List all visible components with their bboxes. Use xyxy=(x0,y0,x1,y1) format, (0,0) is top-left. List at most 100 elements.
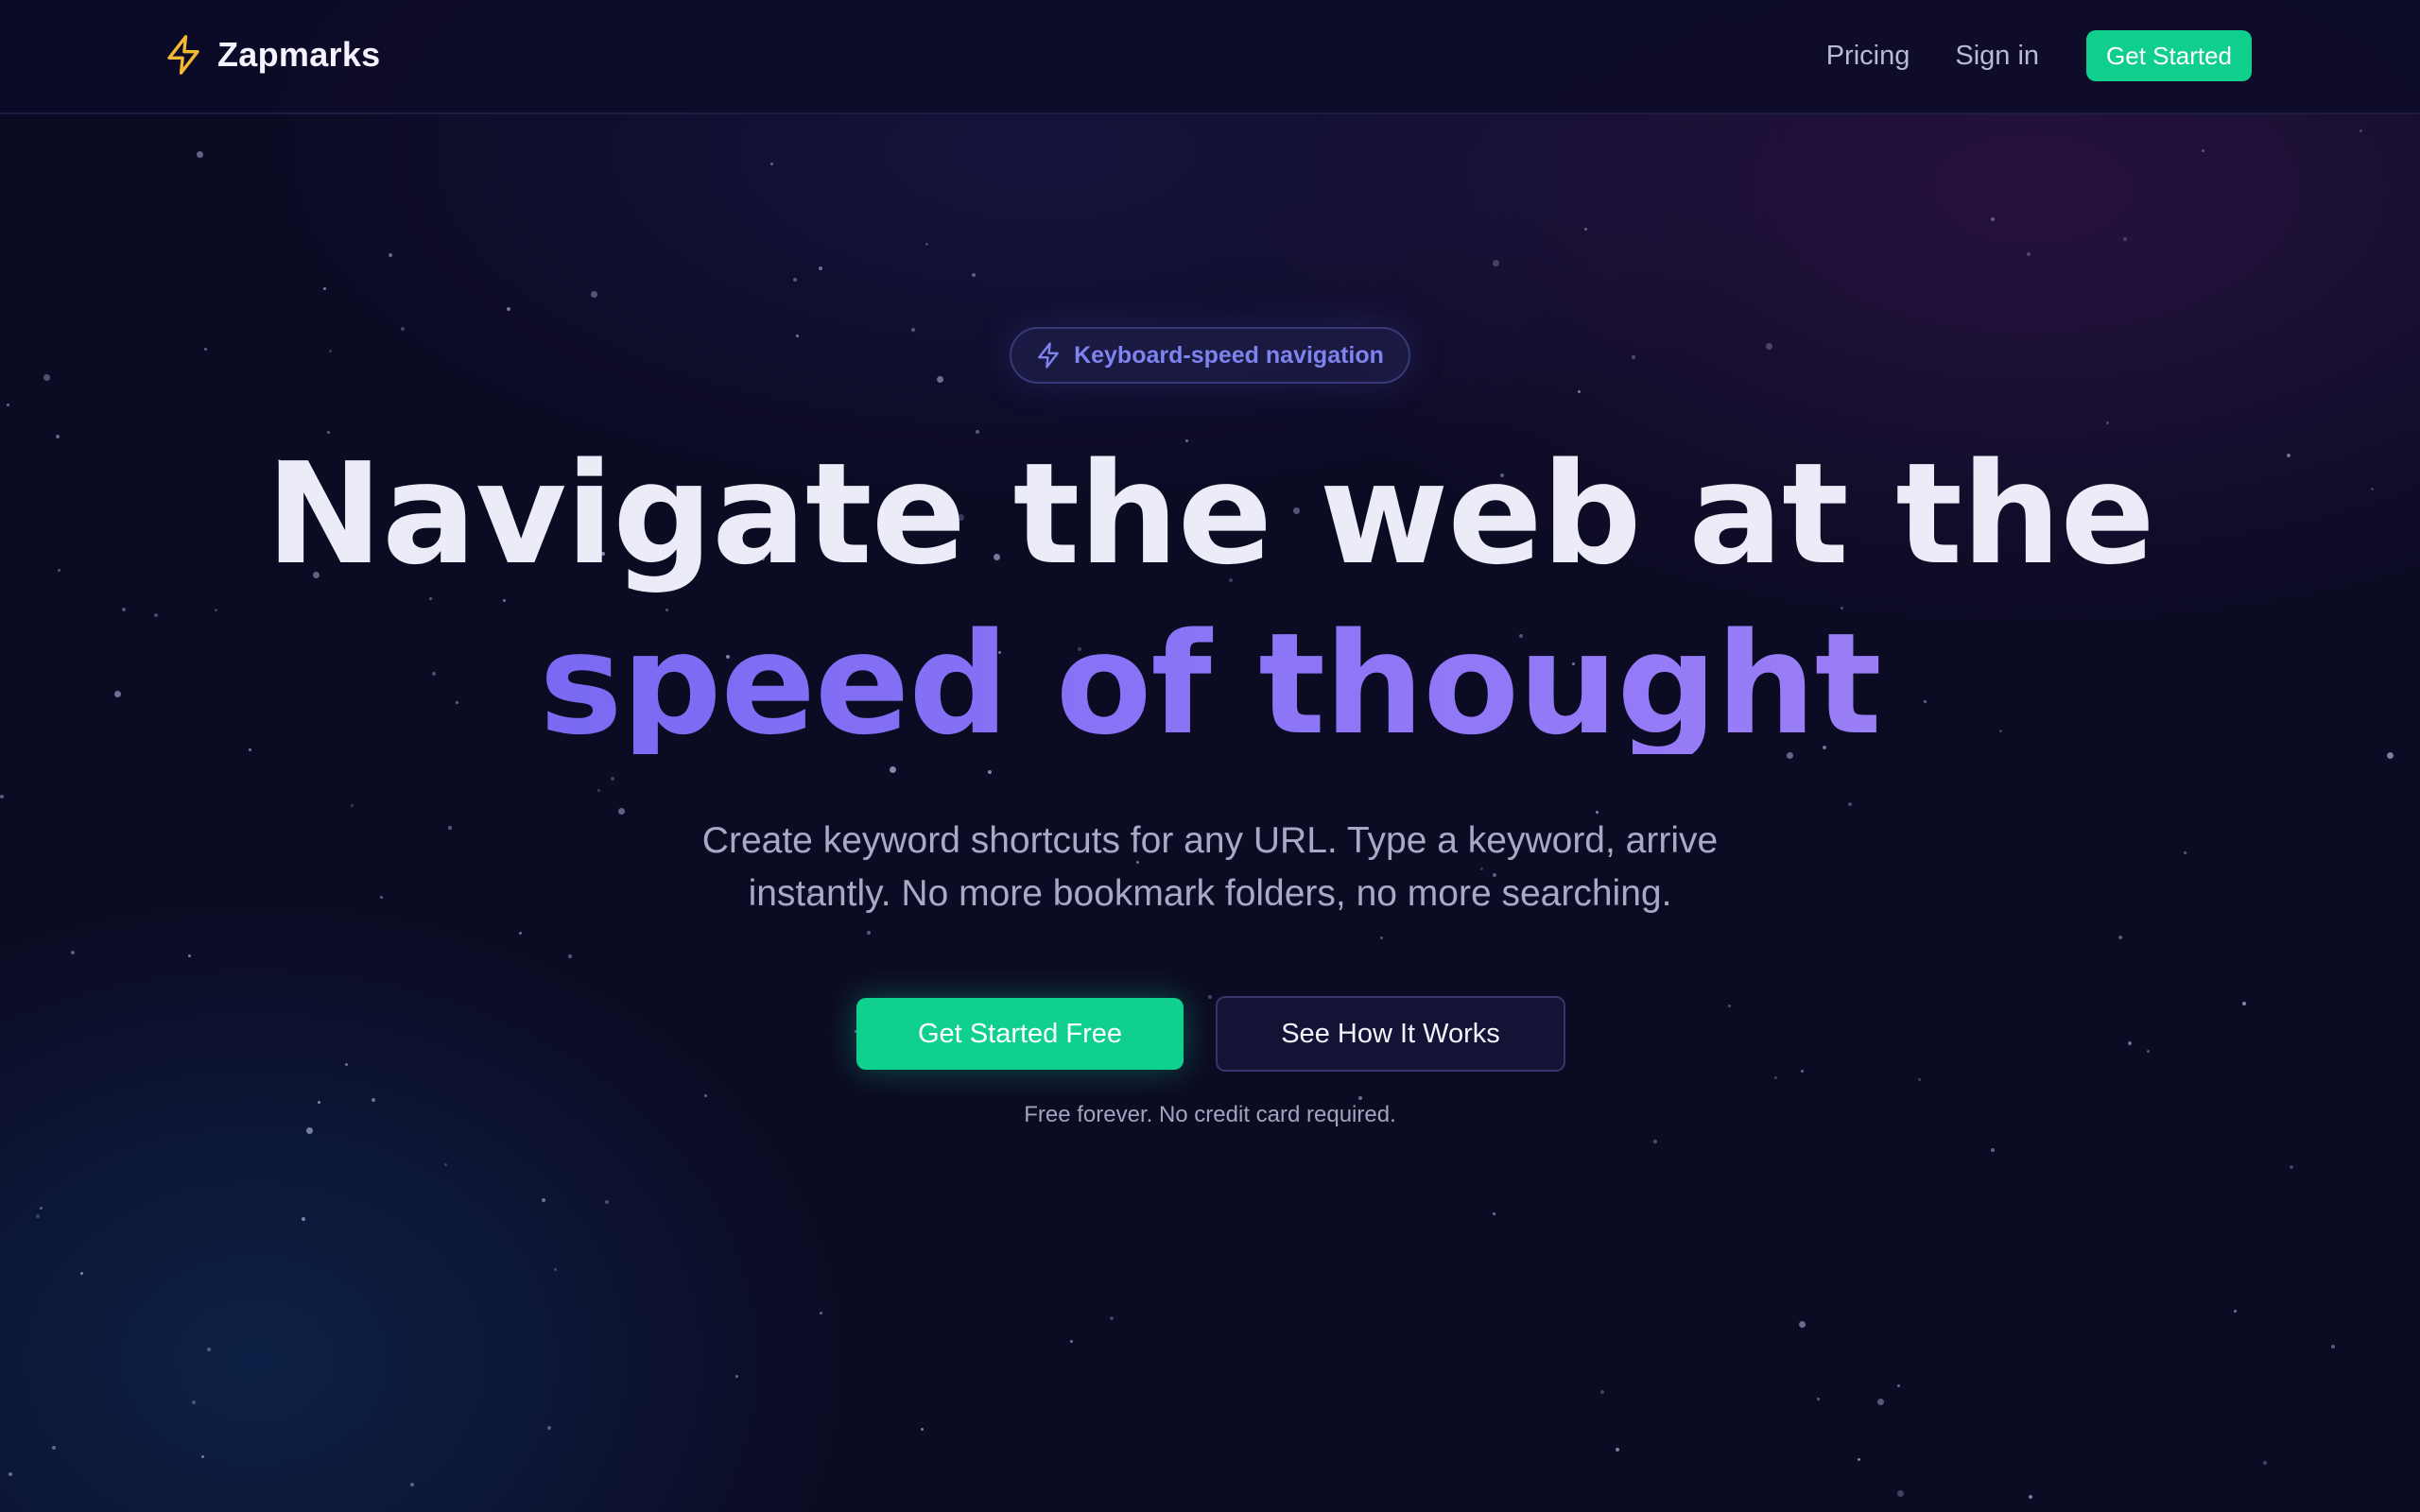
star-dot xyxy=(605,1200,609,1204)
star-dot xyxy=(1493,1212,1495,1215)
star-dot xyxy=(1766,343,1772,350)
star-dot xyxy=(448,826,452,830)
star-dot xyxy=(770,163,773,165)
star-dot xyxy=(1897,1384,1900,1387)
star-dot xyxy=(503,599,506,602)
star-dot xyxy=(1632,355,1635,359)
star-dot xyxy=(2263,1461,2267,1465)
star-dot xyxy=(401,327,405,331)
star-dot xyxy=(1991,217,1995,221)
star-dot xyxy=(611,777,614,781)
star-dot xyxy=(380,896,383,899)
star-dot xyxy=(188,954,191,957)
landing-page: Zapmarks Pricing Sign in Get Started Key… xyxy=(0,0,2420,1512)
star-dot xyxy=(2184,851,2187,854)
star-dot xyxy=(1358,1096,1362,1100)
star-dot xyxy=(937,376,943,383)
star-dot xyxy=(52,1446,56,1450)
star-dot xyxy=(735,1375,738,1378)
star-dot xyxy=(1584,228,1587,231)
star-dot xyxy=(444,1163,447,1166)
star-dot xyxy=(591,291,597,298)
star-dot xyxy=(1801,1070,1804,1073)
star-dot xyxy=(2027,252,2031,256)
hero-headline-line-1: Navigate the web at the xyxy=(266,433,2155,595)
see-how-it-works-button[interactable]: See How It Works xyxy=(1216,996,1565,1072)
star-dot xyxy=(519,932,522,935)
star-dot xyxy=(1897,1490,1904,1497)
star-dot xyxy=(1600,1390,1604,1394)
star-dot xyxy=(911,328,915,332)
star-dot xyxy=(1596,811,1599,814)
star-dot xyxy=(329,350,332,352)
star-dot xyxy=(1616,1448,1619,1452)
star-dot xyxy=(207,1348,211,1351)
star-dot xyxy=(921,1428,924,1431)
star-dot xyxy=(201,1455,204,1458)
star-dot xyxy=(1380,936,1383,939)
star-dot xyxy=(1578,390,1581,393)
star-dot xyxy=(597,789,600,792)
star-dot xyxy=(1493,260,1499,266)
brand-logo[interactable]: Zapmarks xyxy=(164,34,381,76)
star-dot xyxy=(2202,149,2204,152)
star-dot xyxy=(302,1217,305,1221)
star-dot xyxy=(867,931,871,935)
star-dot xyxy=(56,435,60,438)
hero-subtitle-line-1: Create keyword shortcuts for any URL. Ty… xyxy=(701,820,1719,861)
star-dot xyxy=(618,808,625,815)
star-dot xyxy=(306,1127,313,1134)
star-dot xyxy=(988,770,992,774)
top-navigation: Zapmarks Pricing Sign in Get Started xyxy=(0,0,2420,114)
star-dot xyxy=(40,1207,43,1210)
star-dot xyxy=(429,597,432,600)
star-dot xyxy=(1728,1005,1731,1007)
star-dot xyxy=(43,374,50,381)
star-dot xyxy=(793,278,797,282)
fineprint-text: Free forever. No credit card required. xyxy=(1024,1102,1396,1127)
lightning-bolt-icon xyxy=(1038,342,1059,369)
star-dot xyxy=(507,307,510,311)
star-dot xyxy=(2106,421,2109,424)
star-dot xyxy=(2234,1310,2237,1313)
brand-name: Zapmarks xyxy=(217,35,381,74)
star-dot xyxy=(1774,1076,1777,1079)
star-dot xyxy=(215,609,217,611)
star-dot xyxy=(1858,1458,1860,1461)
star-dot xyxy=(2147,1050,2150,1053)
star-dot xyxy=(890,766,896,773)
star-dot xyxy=(1848,802,1852,806)
star-dot xyxy=(2360,129,2362,132)
star-dot xyxy=(71,951,75,954)
star-dot xyxy=(204,348,207,351)
star-dot xyxy=(351,804,354,807)
star-dot xyxy=(1110,1316,1114,1320)
hero-subtitle-line-2: instantly. No more bookmark folders, no … xyxy=(748,873,1672,914)
nav-link-pricing[interactable]: Pricing xyxy=(1826,41,1910,72)
star-dot xyxy=(2029,1495,2032,1499)
star-dot xyxy=(2123,237,2127,241)
hero-headline-line-2: speed of thought xyxy=(0,614,2420,754)
star-dot xyxy=(2118,936,2122,939)
star-dot xyxy=(410,1483,414,1486)
star-dot xyxy=(1817,1398,1820,1400)
get-started-free-button[interactable]: Get Started Free xyxy=(856,998,1184,1070)
star-dot xyxy=(1070,1340,1073,1343)
star-dot xyxy=(542,1198,545,1202)
star-dot xyxy=(568,954,572,958)
star-dot xyxy=(1208,995,1212,999)
star-dot xyxy=(7,404,9,406)
star-dot xyxy=(389,253,392,257)
star-dot xyxy=(796,335,799,337)
star-dot xyxy=(547,1426,551,1430)
get-started-button[interactable]: Get Started xyxy=(2086,30,2252,81)
feature-badge: Keyboard-speed navigation xyxy=(1010,327,1410,384)
hero-subtitle: Create keyword shortcuts for any URL. Ty… xyxy=(596,815,1824,920)
star-dot xyxy=(345,1063,348,1066)
star-dot xyxy=(0,795,4,799)
star-dot xyxy=(2290,1165,2293,1169)
star-dot xyxy=(2331,1345,2335,1349)
star-dot xyxy=(1918,1078,1921,1081)
badge-label: Keyboard-speed navigation xyxy=(1074,341,1384,369)
nav-link-sign-in[interactable]: Sign in xyxy=(1955,41,2039,72)
